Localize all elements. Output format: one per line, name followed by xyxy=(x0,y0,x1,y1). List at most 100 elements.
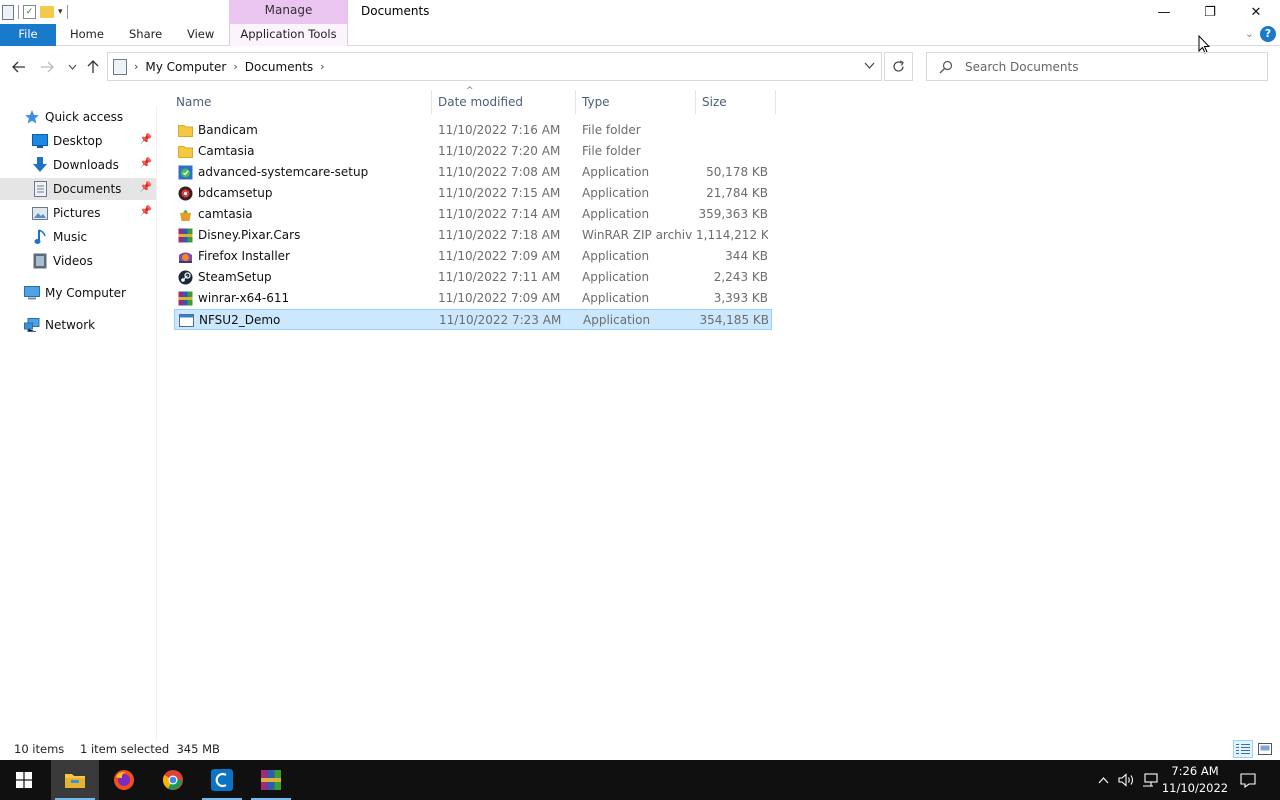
sidebar-item-label: Network xyxy=(45,318,96,332)
forward-button[interactable] xyxy=(36,56,58,78)
manage-context-tab[interactable]: Manage xyxy=(229,0,348,24)
explorer-app-icon[interactable] xyxy=(2,4,14,20)
back-arrow-icon xyxy=(12,61,25,73)
properties-icon[interactable]: ✓ xyxy=(23,5,36,19)
expand-ribbon-icon[interactable]: ⌄ xyxy=(1245,27,1254,40)
toolbar-separator xyxy=(18,5,19,19)
table-row-selected[interactable]: NFSU2_Demo 11/10/2022 7:23 AM Applicatio… xyxy=(174,309,772,330)
file-date: 11/10/2022 7:09 AM xyxy=(438,291,561,305)
chrome-icon xyxy=(162,770,183,790)
pin-icon[interactable]: 📌 xyxy=(140,134,152,145)
taskbar-firefox[interactable] xyxy=(100,760,148,800)
table-row[interactable]: camtasia 11/10/2022 7:14 AM Application … xyxy=(174,204,772,225)
camtasia-app-icon xyxy=(180,210,191,221)
system-clock[interactable]: 7:26 AM 11/10/2022 xyxy=(1160,763,1230,797)
pin-icon[interactable]: 📌 xyxy=(140,182,152,193)
column-header-size[interactable]: Size xyxy=(696,90,776,114)
search-input[interactable] xyxy=(965,59,1255,74)
quick-access-toolbar: ✓ ▾ xyxy=(2,3,68,21)
large-icons-view-icon xyxy=(1258,743,1272,755)
minimize-button[interactable]: — xyxy=(1141,0,1187,24)
tab-file[interactable]: File xyxy=(0,24,56,46)
tab-view[interactable]: View xyxy=(179,24,222,46)
table-row[interactable]: Firefox Installer 11/10/2022 7:09 AM App… xyxy=(174,246,772,267)
file-name: Firefox Installer xyxy=(198,249,290,263)
tab-application-tools[interactable]: Application Tools xyxy=(229,24,348,46)
chevron-down-icon xyxy=(864,62,875,69)
refresh-button[interactable] xyxy=(884,52,913,81)
table-row[interactable]: Camtasia 11/10/2022 7:20 AM File folder xyxy=(174,141,772,162)
taskbar-file-explorer[interactable] xyxy=(51,760,99,800)
column-header-type[interactable]: Type xyxy=(576,90,696,114)
address-history-dropdown[interactable] xyxy=(864,58,875,72)
search-box[interactable] xyxy=(926,52,1268,81)
file-type: File folder xyxy=(582,144,641,158)
new-folder-icon[interactable] xyxy=(40,6,54,18)
clock-time: 7:26 AM xyxy=(1171,764,1219,778)
restore-button[interactable]: ❐ xyxy=(1187,0,1233,24)
table-row[interactable]: advanced-systemcare-setup 11/10/2022 7:0… xyxy=(174,162,772,183)
action-center-button[interactable] xyxy=(1236,760,1260,800)
customize-toolbar-icon[interactable]: ▾ xyxy=(58,7,63,17)
breadcrumb-my-computer[interactable]: My Computer xyxy=(145,60,226,74)
breadcrumb-chevron-icon[interactable]: › xyxy=(320,60,324,73)
file-type: Application xyxy=(583,313,651,327)
sidebar-item-documents[interactable]: Documents 📌 xyxy=(0,178,156,200)
breadcrumb-chevron-icon[interactable]: › xyxy=(134,60,138,73)
large-icons-view-button[interactable] xyxy=(1255,740,1275,758)
taskbar-chrome[interactable] xyxy=(149,760,197,800)
generic-app-icon xyxy=(179,314,194,327)
sidebar-item-downloads[interactable]: Downloads 📌 xyxy=(0,154,156,176)
column-header-date-modified[interactable]: Date modified xyxy=(432,90,576,114)
sidebar-item-videos[interactable]: Videos xyxy=(0,250,156,272)
ribbon-tabs: File Home Share View Application Tools ⌄… xyxy=(0,24,1280,46)
breadcrumb-documents[interactable]: Documents xyxy=(245,60,313,74)
volume-button[interactable] xyxy=(1116,760,1136,800)
column-header-name[interactable]: Name xyxy=(170,90,432,114)
address-bar[interactable]: › My Computer › Documents › xyxy=(107,52,882,81)
back-button[interactable] xyxy=(8,56,30,78)
up-button[interactable] xyxy=(82,56,104,78)
taskbar-ccleaner[interactable] xyxy=(198,760,246,800)
table-row[interactable]: Bandicam 11/10/2022 7:16 AM File folder xyxy=(174,120,772,141)
start-button[interactable] xyxy=(0,760,48,800)
recent-locations-button[interactable] xyxy=(61,56,83,78)
sidebar-item-my-computer[interactable]: My Computer xyxy=(0,282,156,304)
sidebar-item-label: Documents xyxy=(53,182,122,196)
network-icon xyxy=(24,317,40,333)
sidebar-item-pictures[interactable]: Pictures 📌 xyxy=(0,202,156,224)
pin-icon[interactable]: 📌 xyxy=(140,206,152,217)
pin-icon[interactable]: 📌 xyxy=(140,158,152,169)
status-bar: 10 items 1 item selected 345 MB xyxy=(0,740,1280,760)
close-button[interactable]: ✕ xyxy=(1233,0,1279,24)
file-date: 11/10/2022 7:15 AM xyxy=(438,186,561,200)
network-status-button[interactable] xyxy=(1140,760,1160,800)
sidebar-item-desktop[interactable]: Desktop 📌 xyxy=(0,130,156,152)
details-view-button[interactable] xyxy=(1233,740,1253,758)
taskbar-winrar[interactable] xyxy=(247,760,295,800)
winrar-setup-icon xyxy=(178,291,193,306)
table-row[interactable]: winrar-x64-611 11/10/2022 7:09 AM Applic… xyxy=(174,288,772,309)
file-date: 11/10/2022 7:23 AM xyxy=(439,313,562,327)
help-icon[interactable]: ? xyxy=(1260,26,1276,42)
file-explorer-icon xyxy=(65,774,85,788)
sidebar-item-quick-access[interactable]: Quick access xyxy=(0,106,156,128)
tab-share[interactable]: Share xyxy=(121,24,170,46)
network-status-icon xyxy=(1143,773,1158,787)
breadcrumb-chevron-icon[interactable]: › xyxy=(233,60,237,73)
tab-home[interactable]: Home xyxy=(62,24,112,46)
folder-icon xyxy=(178,146,193,158)
file-size: 3,393 KB xyxy=(713,291,768,305)
firefox-installer-icon xyxy=(179,252,192,263)
sidebar-item-label: Music xyxy=(53,230,88,244)
table-row[interactable]: bdcamsetup 11/10/2022 7:15 AM Applicatio… xyxy=(174,183,772,204)
table-row[interactable]: Disney.Pixar.Cars 11/10/2022 7:18 AM Win… xyxy=(174,225,772,246)
table-row[interactable]: SteamSetup 11/10/2022 7:11 AM Applicatio… xyxy=(174,267,772,288)
sidebar-item-music[interactable]: Music xyxy=(0,226,156,248)
sidebar-item-network[interactable]: Network xyxy=(0,314,156,336)
file-size: 354,185 KB xyxy=(699,313,769,327)
show-hidden-icons-button[interactable] xyxy=(1094,760,1112,800)
asc-app-icon xyxy=(178,165,193,180)
navigation-row: › My Computer › Documents › xyxy=(0,52,1280,82)
speaker-icon xyxy=(1117,773,1133,787)
